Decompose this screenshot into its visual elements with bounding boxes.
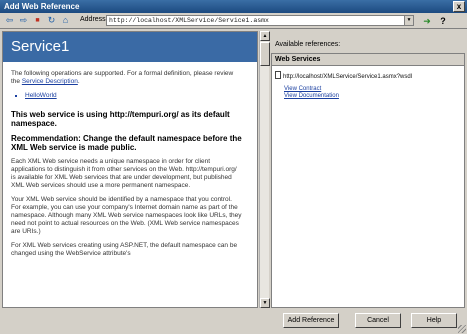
window-titlebar: Add Web Reference x bbox=[0, 0, 467, 13]
go-icon[interactable]: ➜ bbox=[421, 15, 433, 27]
window-title: Add Web Reference bbox=[4, 2, 80, 11]
reference-url: http://localhost/XMLService/Service1.asm… bbox=[283, 74, 413, 80]
browser-pane: Service1 The following operations are su… bbox=[2, 31, 258, 308]
back-icon[interactable]: ⇦ bbox=[4, 15, 15, 26]
chevron-down-icon[interactable]: ▼ bbox=[404, 16, 413, 25]
address-value: http://localhost/XMLService/Service1.asm… bbox=[109, 17, 269, 24]
help-button[interactable]: Help bbox=[411, 313, 457, 328]
close-button[interactable]: x bbox=[453, 1, 465, 12]
address-input[interactable]: http://localhost/XMLService/Service1.asm… bbox=[106, 15, 414, 26]
stop-icon[interactable]: ■ bbox=[32, 15, 43, 26]
recommendation-heading: Recommendation: Change the default names… bbox=[11, 134, 242, 152]
help-icon[interactable]: ? bbox=[437, 15, 449, 27]
intro-paragraph: The following operations are supported. … bbox=[11, 70, 243, 86]
tempuri-heading: This web service is using http://tempuri… bbox=[11, 110, 230, 128]
cancel-button[interactable]: Cancel bbox=[355, 313, 401, 328]
view-contract-link[interactable]: View Contract bbox=[284, 86, 321, 92]
document-icon bbox=[275, 71, 281, 79]
service-title: Service1 bbox=[3, 32, 257, 62]
toolbar: ⇦ ⇨ ■ ↻ ⌂ Address: http://localhost/XMLS… bbox=[0, 13, 467, 29]
address-label: Address: bbox=[80, 16, 108, 23]
browser-content: The following operations are supported. … bbox=[3, 62, 251, 258]
references-panel: Web Services http://localhost/XMLService… bbox=[271, 53, 465, 308]
available-references-label: Available references: bbox=[275, 41, 341, 48]
forward-icon[interactable]: ⇨ bbox=[18, 15, 29, 26]
namespace-paragraph-3: For XML Web services creating using ASP.… bbox=[11, 242, 238, 257]
operations-list: HelloWorld bbox=[25, 92, 243, 100]
operation-link[interactable]: HelloWorld bbox=[25, 92, 243, 100]
refresh-icon[interactable]: ↻ bbox=[46, 15, 57, 26]
home-icon[interactable]: ⌂ bbox=[60, 15, 71, 26]
service-description-link[interactable]: Service Description bbox=[22, 78, 78, 85]
namespace-paragraph-1: Each XML Web service needs a unique name… bbox=[11, 158, 237, 189]
add-reference-button[interactable]: Add Reference bbox=[283, 313, 339, 328]
scroll-up-icon[interactable]: ▲ bbox=[260, 31, 270, 41]
namespace-paragraph-2: Your XML Web service should be identifie… bbox=[11, 196, 242, 235]
vertical-scrollbar[interactable]: ▲ ▼ bbox=[259, 31, 270, 308]
scroll-thumb[interactable] bbox=[260, 42, 270, 66]
resize-grip-icon[interactable] bbox=[458, 325, 466, 333]
reference-item[interactable]: http://localhost/XMLService/Service1.asm… bbox=[275, 71, 412, 80]
web-services-header: Web Services bbox=[272, 54, 464, 66]
scroll-down-icon[interactable]: ▼ bbox=[260, 298, 270, 308]
intro-end: . bbox=[77, 78, 80, 85]
view-documentation-link[interactable]: View Documentation bbox=[284, 93, 339, 99]
